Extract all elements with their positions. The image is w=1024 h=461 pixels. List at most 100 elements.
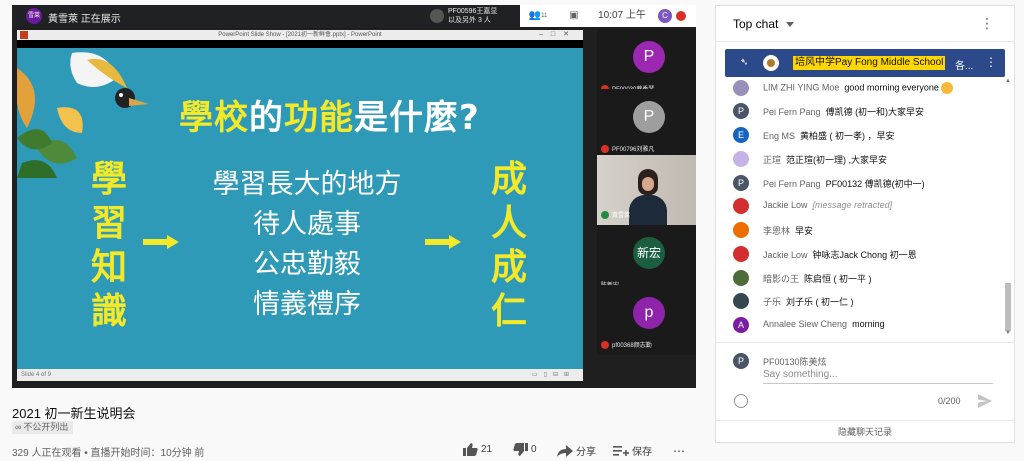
camera-person-face bbox=[642, 177, 654, 191]
link-icon: ∞ bbox=[15, 422, 22, 432]
scrollbar-thumb[interactable] bbox=[1005, 283, 1011, 331]
save-label: 保存 bbox=[632, 447, 652, 458]
like-button[interactable]: 21 bbox=[463, 443, 492, 456]
participant-tile[interactable]: P PF00796刘雅凡 bbox=[597, 89, 696, 159]
slide-left-char: 知 bbox=[90, 247, 127, 288]
message-line: 正瑄 范正瑄(初一理) ,大家早安 bbox=[763, 153, 887, 166]
author-name[interactable]: 子乐 bbox=[763, 297, 781, 307]
message-text: 刘子乐 ( 初一仁 ) bbox=[786, 297, 854, 307]
scroll-up-icon[interactable]: ▲ bbox=[1005, 78, 1011, 84]
live-chat-panel: Top chat ⋮ ➴ 培风中学Pay Fong Middle School … bbox=[715, 5, 1015, 443]
speaking-icon bbox=[601, 211, 609, 219]
slide-right-char: 成 bbox=[490, 247, 527, 288]
more-actions-button[interactable]: ⋯ bbox=[673, 443, 685, 458]
pinned-menu-icon[interactable]: ⋮ bbox=[985, 56, 997, 68]
composer-name: PF00130陈美炫 bbox=[763, 357, 827, 367]
author-name[interactable]: Eng MS bbox=[763, 131, 795, 141]
author-name[interactable]: 暗影の王 bbox=[763, 274, 799, 284]
viewer-stats: 329 人正在观看 • 直播开始时间：10分钟 前 bbox=[12, 448, 205, 459]
author-name[interactable]: Annalee Siew Cheng bbox=[763, 319, 847, 329]
people-icon: 👥 bbox=[528, 10, 542, 21]
message-line: Pei Fern Pang PF00132 傅凯德(初中一) bbox=[763, 177, 925, 190]
participant-tile-camera[interactable]: 黃雪萊 bbox=[597, 155, 696, 225]
share-icon bbox=[557, 444, 573, 457]
participant-name: pf00368颜志勤 bbox=[601, 340, 652, 349]
send-icon[interactable] bbox=[978, 394, 992, 408]
pinned-message[interactable]: ➴ 培风中学Pay Fong Middle School 各... ⋮ bbox=[725, 49, 1005, 77]
author-avatar: P bbox=[733, 175, 749, 191]
chat-scrollbar[interactable]: ▲ ▼ bbox=[1005, 78, 1011, 338]
chat-message: 子乐 刘子乐 ( 初一仁 ) bbox=[733, 291, 1003, 311]
author-avatar bbox=[733, 151, 749, 167]
message-text: morning bbox=[852, 319, 885, 329]
chat-message: P Pei Fern Pang PF00132 傅凯德(初中一) bbox=[733, 173, 1003, 193]
chat-message: E Eng MS 黄柏盛 ( 初一孝) ，早安 bbox=[733, 125, 1003, 145]
presenter-avatar: 雪莱 bbox=[26, 8, 42, 24]
chat-mode-selector[interactable]: Top chat bbox=[733, 17, 778, 31]
chat-header: Top chat ⋮ bbox=[716, 6, 1014, 42]
caret-down-icon[interactable] bbox=[786, 22, 794, 27]
author-name[interactable]: Pei Fern Pang bbox=[763, 107, 821, 117]
powerpoint-statusbar: Slide 4 of 9 ▭▯⊟⊞ bbox=[17, 369, 583, 381]
emoji-icon[interactable] bbox=[734, 394, 748, 408]
message-line: Jackie Low 钟咏志Jack Chong 初一恩 bbox=[763, 248, 917, 261]
powerpoint-window-title: PowerPoint Slide Show - [2021初一新鲜會.pptx]… bbox=[218, 32, 382, 38]
pinned-text: 各... bbox=[955, 61, 974, 72]
blowing-kiss-emoji-icon bbox=[940, 82, 953, 94]
meet-account[interactable]: C bbox=[652, 5, 696, 27]
author-name[interactable]: 正瑄 bbox=[763, 155, 781, 165]
message-text: 陈启恒 ( 初一平 ) bbox=[804, 274, 872, 284]
author-name[interactable]: Pei Fern Pang bbox=[763, 179, 821, 189]
save-button[interactable]: 保存 bbox=[613, 443, 652, 458]
slide-right-char: 仁 bbox=[490, 291, 527, 332]
meet-clock: 10:07 上午 bbox=[592, 5, 652, 27]
message-line: Pei Fern Pang 傅凯德 (初一和)大家早安 bbox=[763, 105, 924, 118]
slide-left-char: 識 bbox=[90, 291, 127, 332]
meet-top-bar: 雪莱 黃雪萊 正在展示 PF00596王嘉显 以及另外 3 人 👥11 ▣ 10… bbox=[12, 5, 696, 27]
dislike-button[interactable]: 0 bbox=[513, 443, 537, 456]
message-text: 早安 bbox=[795, 226, 814, 236]
participant-tile[interactable]: p pf00368颜志勤 bbox=[597, 285, 696, 355]
share-button[interactable]: 分享 bbox=[557, 443, 596, 458]
people-button[interactable]: 👥11 bbox=[520, 5, 556, 27]
scroll-down-icon[interactable]: ▼ bbox=[1005, 330, 1011, 336]
slide-title-part-2: 的 bbox=[249, 98, 284, 138]
slide-line: 公忠勤毅 bbox=[253, 249, 361, 280]
chat-input[interactable]: Say something... bbox=[763, 368, 993, 384]
message-line: 李恩林 早安 bbox=[763, 224, 813, 237]
chat-message: 李恩林 早安 bbox=[733, 220, 1003, 240]
video-player[interactable]: 雪莱 黃雪萊 正在展示 PF00596王嘉显 以及另外 3 人 👥11 ▣ 10… bbox=[12, 5, 696, 388]
author-avatar: A bbox=[733, 317, 749, 333]
author-avatar bbox=[733, 270, 749, 286]
chat-icon: ▣ bbox=[569, 10, 579, 21]
character-counter: 0/200 bbox=[938, 396, 961, 406]
dislike-count: 0 bbox=[531, 444, 537, 455]
author-name[interactable]: Jackie Low bbox=[763, 250, 808, 260]
slide-right-char: 人 bbox=[490, 203, 527, 244]
slide-left-char: 學 bbox=[90, 159, 127, 200]
message-text: [message retracted] bbox=[812, 200, 893, 210]
author-name[interactable]: 李恩林 bbox=[763, 226, 790, 236]
author-name[interactable]: LIM ZHI YING Moe bbox=[763, 82, 839, 92]
author-avatar bbox=[733, 246, 749, 262]
meet-chat-button[interactable]: ▣ bbox=[556, 5, 592, 27]
slide-right-vertical-text: 成 人 成 仁 bbox=[487, 158, 531, 334]
author-name[interactable]: Jackie Low bbox=[763, 200, 808, 210]
presentation-slide: 學校的功能是什麼? 學 習 知 識 成 人 成 仁 學習長大的地方 待人處事 公… bbox=[17, 48, 583, 369]
chat-message: 暗影の王 陈启恒 ( 初一平 ) bbox=[733, 268, 1003, 288]
hide-chat-button[interactable]: 隐藏聊天记录 bbox=[716, 420, 1014, 442]
pinned-author-avatar bbox=[763, 55, 779, 71]
message-line: Eng MS 黄柏盛 ( 初一孝) ，早安 bbox=[763, 129, 895, 142]
video-title: 2021 初一新生说明会 bbox=[12, 406, 136, 421]
chat-message: P Pei Fern Pang 傅凯德 (初一和)大家早安 bbox=[733, 101, 1003, 121]
message-text: 范正瑄(初一理) ,大家早安 bbox=[786, 155, 888, 165]
author-avatar bbox=[733, 293, 749, 309]
chat-menu-icon[interactable]: ⋮ bbox=[980, 16, 994, 30]
participant-avatar: P bbox=[633, 101, 665, 133]
people-count: 11 bbox=[541, 13, 548, 19]
message-line: 暗影の王 陈启恒 ( 初一平 ) bbox=[763, 272, 872, 285]
slide-title-part-1: 學校 bbox=[179, 98, 249, 138]
chat-message: Jackie Low 钟咏志Jack Chong 初一恩 bbox=[733, 244, 1003, 264]
participant-tiles: P PF00030蔡秀琴 P PF00796刘雅凡 黃雪萊 新宏 陈新宏 p p… bbox=[597, 29, 696, 388]
participant-name: PF00796刘雅凡 bbox=[601, 144, 654, 153]
